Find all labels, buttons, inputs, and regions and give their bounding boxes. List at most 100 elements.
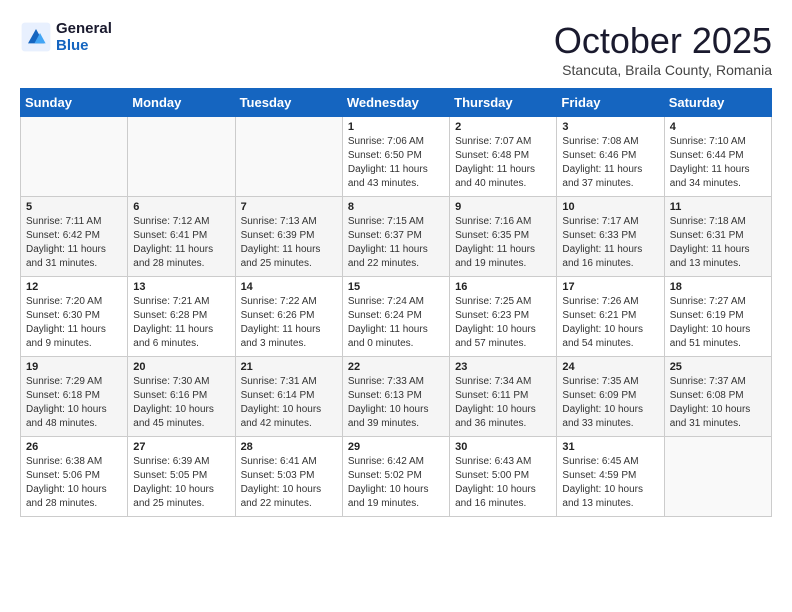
calendar-title: October 2025 [554, 20, 772, 62]
calendar-cell: 4 Sunrise: 7:10 AM Sunset: 6:44 PM Daylig… [664, 117, 771, 197]
day-info: Sunrise: 7:08 AM Sunset: 6:46 PM Dayligh… [562, 135, 658, 191]
day-info: Sunrise: 6:45 AM Sunset: 4:59 PM Dayligh… [562, 455, 658, 511]
day-info: Sunrise: 7:06 AM Sunset: 6:50 PM Dayligh… [348, 135, 444, 191]
calendar-cell: 7 Sunrise: 7:13 AM Sunset: 6:39 PM Daylig… [235, 197, 342, 277]
calendar-cell: 22 Sunrise: 7:33 AM Sunset: 6:13 PM Dayli… [342, 357, 449, 437]
calendar-cell: 15 Sunrise: 7:24 AM Sunset: 6:24 PM Dayli… [342, 277, 449, 357]
calendar-cell: 29 Sunrise: 6:42 AM Sunset: 5:02 PM Dayli… [342, 437, 449, 517]
calendar-cell [21, 117, 128, 197]
logo-text: General Blue [56, 20, 112, 54]
day-info: Sunrise: 7:12 AM Sunset: 6:41 PM Dayligh… [133, 215, 229, 271]
day-info: Sunrise: 7:30 AM Sunset: 6:16 PM Dayligh… [133, 375, 229, 431]
day-info: Sunrise: 6:39 AM Sunset: 5:05 PM Dayligh… [133, 455, 229, 511]
day-number: 2 [455, 121, 551, 133]
day-info: Sunrise: 7:34 AM Sunset: 6:11 PM Dayligh… [455, 375, 551, 431]
day-info: Sunrise: 7:24 AM Sunset: 6:24 PM Dayligh… [348, 295, 444, 351]
day-info: Sunrise: 7:29 AM Sunset: 6:18 PM Dayligh… [26, 375, 122, 431]
day-number: 13 [133, 281, 229, 293]
day-number: 22 [348, 361, 444, 373]
calendar-cell: 14Sunrise: 7:22 AM Sunset: 6:26 PM Dayli… [235, 277, 342, 357]
weekday-header-wednesday: Wednesday [342, 89, 449, 117]
calendar-cell: 25 Sunrise: 7:37 AM Sunset: 6:08 PM Dayli… [664, 357, 771, 437]
day-info: Sunrise: 7:16 AM Sunset: 6:35 PM Dayligh… [455, 215, 551, 271]
day-number: 19 [26, 361, 122, 373]
day-number: 21 [241, 361, 337, 373]
day-info: Sunrise: 7:35 AM Sunset: 6:09 PM Dayligh… [562, 375, 658, 431]
title-area: October 2025 Stancuta, Braila County, Ro… [554, 20, 772, 78]
calendar-subtitle: Stancuta, Braila County, Romania [554, 62, 772, 78]
day-info: Sunrise: 7:13 AM Sunset: 6:39 PM Dayligh… [241, 215, 337, 271]
day-info: Sunrise: 7:11 AM Sunset: 6:42 PM Dayligh… [26, 215, 122, 271]
calendar-cell: 21Sunrise: 7:31 AM Sunset: 6:14 PM Dayli… [235, 357, 342, 437]
day-info: Sunrise: 7:33 AM Sunset: 6:13 PM Dayligh… [348, 375, 444, 431]
calendar-table: SundayMondayTuesdayWednesdayThursdayFrid… [20, 88, 772, 517]
day-number: 5 [26, 201, 122, 213]
day-number: 26 [26, 441, 122, 453]
weekday-header-thursday: Thursday [450, 89, 557, 117]
calendar-cell: 9 Sunrise: 7:16 AM Sunset: 6:35 PM Daylig… [450, 197, 557, 277]
calendar-week-row: 5 Sunrise: 7:11 AM Sunset: 6:42 PM Daylig… [21, 197, 772, 277]
weekday-header-row: SundayMondayTuesdayWednesdayThursdayFrid… [21, 89, 772, 117]
day-number: 7 [241, 201, 337, 213]
day-info: Sunrise: 6:42 AM Sunset: 5:02 PM Dayligh… [348, 455, 444, 511]
day-number: 3 [562, 121, 658, 133]
calendar-cell: 16 Sunrise: 7:25 AM Sunset: 6:23 PM Dayli… [450, 277, 557, 357]
day-info: Sunrise: 6:38 AM Sunset: 5:06 PM Dayligh… [26, 455, 122, 511]
calendar-cell: 27 Sunrise: 6:39 AM Sunset: 5:05 PM Dayli… [128, 437, 235, 517]
calendar-cell: 17Sunrise: 7:26 AM Sunset: 6:21 PM Dayli… [557, 277, 664, 357]
calendar-cell: 30Sunrise: 6:43 AM Sunset: 5:00 PM Dayli… [450, 437, 557, 517]
day-number: 18 [670, 281, 766, 293]
calendar-cell: 1 Sunrise: 7:06 AM Sunset: 6:50 PM Daylig… [342, 117, 449, 197]
day-number: 6 [133, 201, 229, 213]
day-info: Sunrise: 7:37 AM Sunset: 6:08 PM Dayligh… [670, 375, 766, 431]
day-info: Sunrise: 7:17 AM Sunset: 6:33 PM Dayligh… [562, 215, 658, 271]
calendar-cell: 19 Sunrise: 7:29 AM Sunset: 6:18 PM Dayli… [21, 357, 128, 437]
day-number: 31 [562, 441, 658, 453]
day-number: 27 [133, 441, 229, 453]
calendar-cell: 2 Sunrise: 7:07 AM Sunset: 6:48 PM Daylig… [450, 117, 557, 197]
day-number: 12 [26, 281, 122, 293]
day-number: 29 [348, 441, 444, 453]
calendar-cell: 18 Sunrise: 7:27 AM Sunset: 6:19 PM Dayli… [664, 277, 771, 357]
calendar-week-row: 1 Sunrise: 7:06 AM Sunset: 6:50 PM Daylig… [21, 117, 772, 197]
day-number: 8 [348, 201, 444, 213]
day-info: Sunrise: 7:25 AM Sunset: 6:23 PM Dayligh… [455, 295, 551, 351]
calendar-week-row: 26 Sunrise: 6:38 AM Sunset: 5:06 PM Dayli… [21, 437, 772, 517]
day-number: 9 [455, 201, 551, 213]
calendar-cell: 28Sunrise: 6:41 AM Sunset: 5:03 PM Dayli… [235, 437, 342, 517]
day-number: 4 [670, 121, 766, 133]
calendar-cell: 5 Sunrise: 7:11 AM Sunset: 6:42 PM Daylig… [21, 197, 128, 277]
day-number: 10 [562, 201, 658, 213]
day-number: 23 [455, 361, 551, 373]
calendar-cell: 20 Sunrise: 7:30 AM Sunset: 6:16 PM Dayli… [128, 357, 235, 437]
calendar-cell: 12Sunrise: 7:20 AM Sunset: 6:30 PM Dayli… [21, 277, 128, 357]
calendar-cell: 26 Sunrise: 6:38 AM Sunset: 5:06 PM Dayli… [21, 437, 128, 517]
day-number: 1 [348, 121, 444, 133]
day-info: Sunrise: 7:21 AM Sunset: 6:28 PM Dayligh… [133, 295, 229, 351]
calendar-cell: 11Sunrise: 7:18 AM Sunset: 6:31 PM Dayli… [664, 197, 771, 277]
day-number: 16 [455, 281, 551, 293]
calendar-cell: 24 Sunrise: 7:35 AM Sunset: 6:09 PM Dayli… [557, 357, 664, 437]
day-number: 24 [562, 361, 658, 373]
logo: General Blue [20, 20, 112, 54]
calendar-cell: 10 Sunrise: 7:17 AM Sunset: 6:33 PM Dayli… [557, 197, 664, 277]
calendar-cell: 3 Sunrise: 7:08 AM Sunset: 6:46 PM Daylig… [557, 117, 664, 197]
calendar-cell [664, 437, 771, 517]
calendar-cell [128, 117, 235, 197]
day-info: Sunrise: 7:10 AM Sunset: 6:44 PM Dayligh… [670, 135, 766, 191]
day-info: Sunrise: 7:27 AM Sunset: 6:19 PM Dayligh… [670, 295, 766, 351]
day-info: Sunrise: 7:26 AM Sunset: 6:21 PM Dayligh… [562, 295, 658, 351]
day-number: 28 [241, 441, 337, 453]
calendar-header: General Blue October 2025 Stancuta, Brai… [20, 20, 772, 78]
day-number: 30 [455, 441, 551, 453]
calendar-week-row: 19 Sunrise: 7:29 AM Sunset: 6:18 PM Dayli… [21, 357, 772, 437]
day-info: Sunrise: 7:22 AM Sunset: 6:26 PM Dayligh… [241, 295, 337, 351]
day-number: 20 [133, 361, 229, 373]
calendar-cell [235, 117, 342, 197]
day-info: Sunrise: 7:18 AM Sunset: 6:31 PM Dayligh… [670, 215, 766, 271]
weekday-header-saturday: Saturday [664, 89, 771, 117]
day-number: 25 [670, 361, 766, 373]
day-info: Sunrise: 7:07 AM Sunset: 6:48 PM Dayligh… [455, 135, 551, 191]
day-number: 15 [348, 281, 444, 293]
day-info: Sunrise: 7:15 AM Sunset: 6:37 PM Dayligh… [348, 215, 444, 271]
